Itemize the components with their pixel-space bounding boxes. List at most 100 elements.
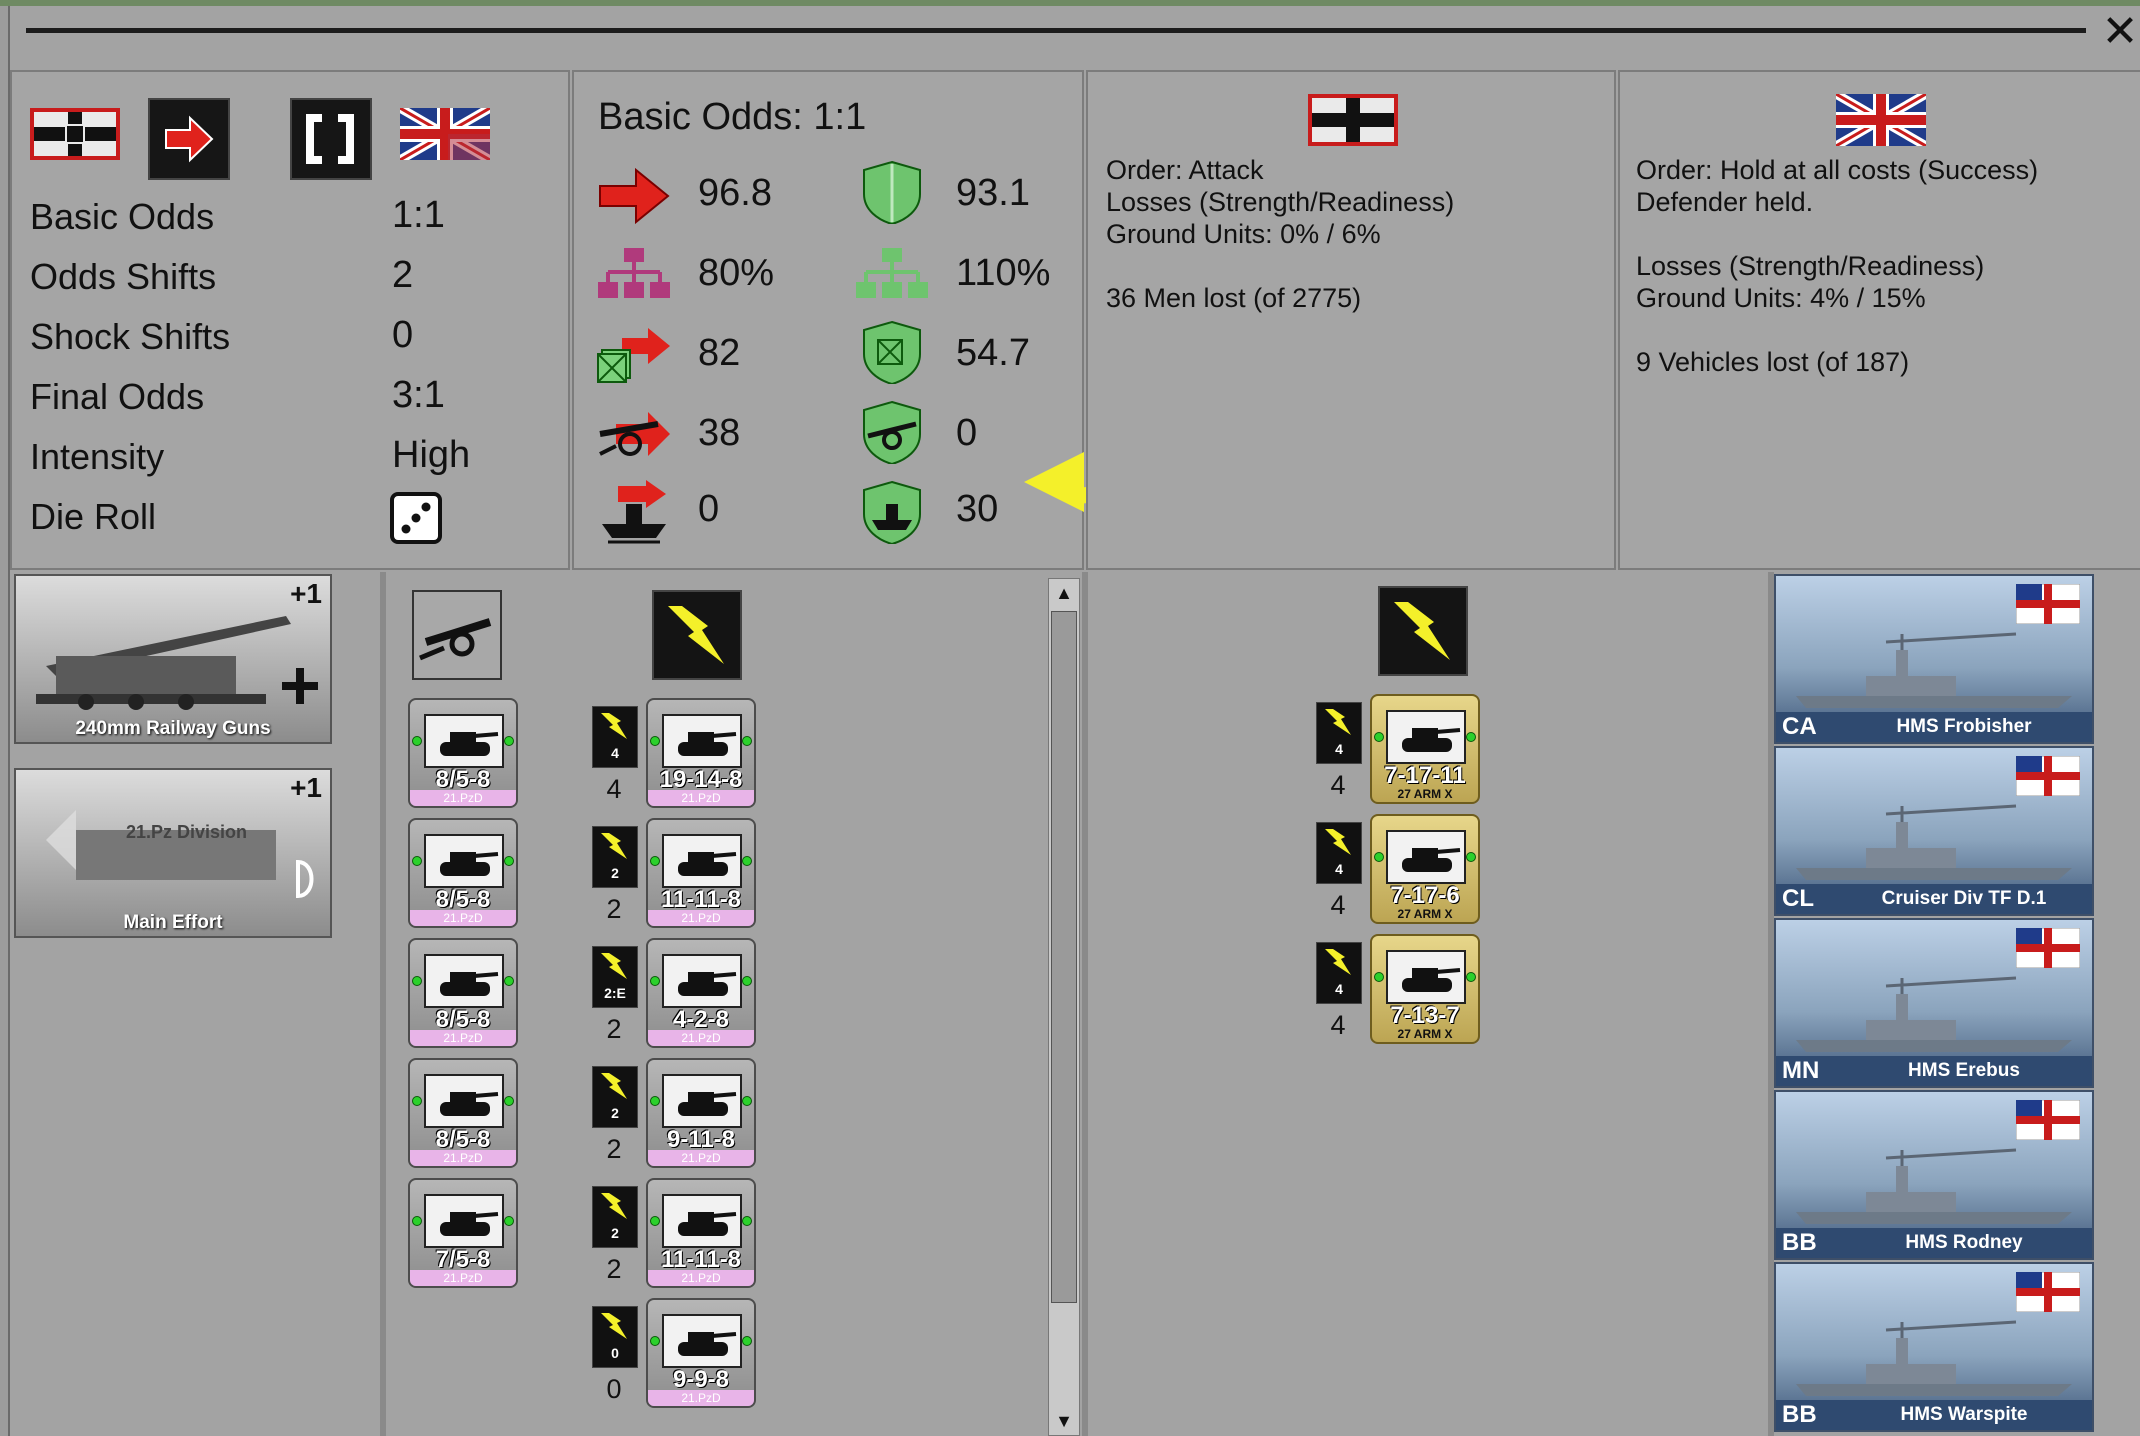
dialog-title-bar[interactable]: ✕ [10, 6, 2140, 68]
defender-readiness-value: 110% [956, 252, 1051, 294]
unit-counter[interactable]: 11-11-8 21.PzD [646, 818, 756, 928]
ship-card[interactable]: BB HMS Rodney [1774, 1090, 2094, 1260]
close-icon: ✕ [2101, 7, 2139, 56]
shock-count: 2 [606, 894, 622, 924]
shock-count: 0 [606, 1374, 622, 1404]
unit-counter[interactable]: 7-17-6 27 ARM X [1370, 814, 1480, 924]
shock-lightning-icon [1325, 949, 1351, 975]
tank-icon [440, 1212, 499, 1236]
unit-symbol [662, 1314, 742, 1368]
shock-badge: 4 [592, 706, 638, 768]
shock-shifts-value: 0 [392, 314, 414, 356]
lower-divider-1 [380, 572, 386, 1436]
unit-counter[interactable]: 4-2-8 21.PzD [646, 938, 756, 1048]
defender-artillery-value: 0 [956, 412, 978, 454]
artillery-column-header [412, 590, 502, 680]
readiness-dot [742, 976, 752, 986]
unit-formation: 21.PzD [410, 1150, 516, 1166]
shock-value: 2:E [604, 985, 626, 1001]
unit-list-scrollbar[interactable]: ▲ ▼ [1048, 578, 1080, 1436]
support-card-main-effort[interactable]: 21.Pz Division +1 Main Effort [14, 768, 332, 938]
shock-count: 2 [606, 1254, 622, 1284]
unit-counter[interactable]: 9-9-8 21.PzD [646, 1298, 756, 1408]
readiness-dot [504, 976, 514, 986]
unit-counter[interactable]: 7/5-8 21.PzD [408, 1178, 518, 1288]
attacker-shock-column-header [652, 590, 742, 680]
ensign-flag-icon [2016, 928, 2080, 968]
defender-result-panel: Order: Hold at all costs (Success) Defen… [1618, 70, 2140, 570]
title-bar-line [26, 28, 2086, 33]
readiness-dot [412, 1096, 422, 1106]
attacker-losses-header: Losses (Strength/Readiness) [1106, 187, 1455, 217]
unit-counter[interactable]: 11-11-8 21.PzD [646, 1178, 756, 1288]
unit-symbol [424, 1194, 504, 1248]
readiness-dot [504, 856, 514, 866]
ship-card[interactable]: CA HMS Frobisher [1774, 574, 2094, 744]
attacker-artillery-value: 38 [698, 412, 741, 454]
shock-badge: 2:E [592, 946, 638, 1008]
unit-counter[interactable]: 8/5-8 21.PzD [408, 698, 518, 808]
ship-name: HMS Warspite [1900, 1404, 2028, 1425]
readiness-dot [1374, 732, 1384, 742]
shock-badge: 2 [592, 1066, 638, 1128]
scrollbar-thumb[interactable] [1051, 611, 1077, 1303]
unit-counter[interactable]: 8/5-8 21.PzD [408, 938, 518, 1048]
shock-badge: 0 [592, 1306, 638, 1368]
unit-formation: 27 ARM X [1397, 787, 1453, 801]
readiness-dot [742, 1096, 752, 1106]
unit-formation: 21.PzD [648, 910, 754, 926]
attack-mode-button[interactable] [148, 98, 230, 180]
highlight-arrow-annotation [1024, 452, 1084, 512]
ship-card[interactable]: CL Cruiser Div TF D.1 [1774, 746, 2094, 916]
ship-silhouette [1796, 1148, 2072, 1224]
unit-counter[interactable]: 7-13-7 27 ARM X [1370, 934, 1480, 1044]
ensign-flag-icon [2016, 1272, 2080, 1312]
defender-naval-icon [863, 480, 921, 544]
ensign-flag-icon [2016, 1100, 2080, 1140]
unit-formation: 21.PzD [410, 910, 516, 926]
defender-shock-lightning-icon [1394, 602, 1450, 660]
scroll-down-icon[interactable]: ▼ [1049, 1407, 1079, 1435]
defender-naval-value: 30 [956, 488, 999, 530]
shock-value: 0 [611, 1345, 619, 1361]
ship-name: HMS Erebus [1908, 1060, 2020, 1081]
ship-silhouette [1796, 804, 2072, 880]
attacker-result-panel: Order: Attack Losses (Strength/Readiness… [1086, 70, 1616, 570]
readiness-dot [1466, 972, 1476, 982]
shock-badge: 2 [592, 826, 638, 888]
readiness-dot [650, 736, 660, 746]
main-effort-caption: Main Effort [123, 912, 223, 933]
support-bonus: +1 [290, 578, 322, 609]
ship-caption-bar: BB HMS Rodney [1776, 1228, 2092, 1258]
readiness-dot [504, 736, 514, 746]
unit-symbol [662, 714, 742, 768]
readiness-dot [504, 1096, 514, 1106]
unit-formation: 21.PzD [648, 1150, 754, 1166]
unit-formation: 21.PzD [410, 1030, 516, 1046]
unit-counter[interactable]: 9-11-8 21.PzD [646, 1058, 756, 1168]
unit-symbol [1386, 950, 1466, 1004]
unit-counter[interactable]: 7-17-11 27 ARM X [1370, 694, 1480, 804]
close-button[interactable]: ✕ [2100, 10, 2140, 54]
ship-silhouette [1796, 1320, 2072, 1396]
unit-counter[interactable]: 8/5-8 21.PzD [408, 1058, 518, 1168]
support-card-railway-guns[interactable]: +1 240mm Railway Guns [14, 574, 332, 744]
unit-counter[interactable]: 19-14-8 21.PzD [646, 698, 756, 808]
shock-lightning-icon [668, 606, 724, 664]
unit-counter[interactable]: 8/5-8 21.PzD [408, 818, 518, 928]
scroll-up-icon[interactable]: ▲ [1049, 579, 1079, 607]
ship-card[interactable]: BB HMS Warspite [1774, 1262, 2094, 1432]
hold-mode-button[interactable] [290, 98, 372, 180]
attack-arrow-icon [165, 115, 214, 163]
ship-card[interactable]: MN HMS Erebus [1774, 918, 2094, 1088]
tank-icon [678, 1332, 737, 1356]
ship-silhouette [1796, 976, 2072, 1052]
defender-outcome-line: Defender held. [1636, 187, 1814, 217]
unit-symbol [662, 1194, 742, 1248]
attack-strength-icon [599, 167, 670, 225]
defender-artillery-icon [863, 400, 921, 464]
shock-count: 2 [606, 1014, 622, 1044]
odds-shifts-value: 2 [392, 254, 414, 296]
defender-armor-value: 54.7 [956, 332, 1030, 374]
readiness-dot [650, 1216, 660, 1226]
